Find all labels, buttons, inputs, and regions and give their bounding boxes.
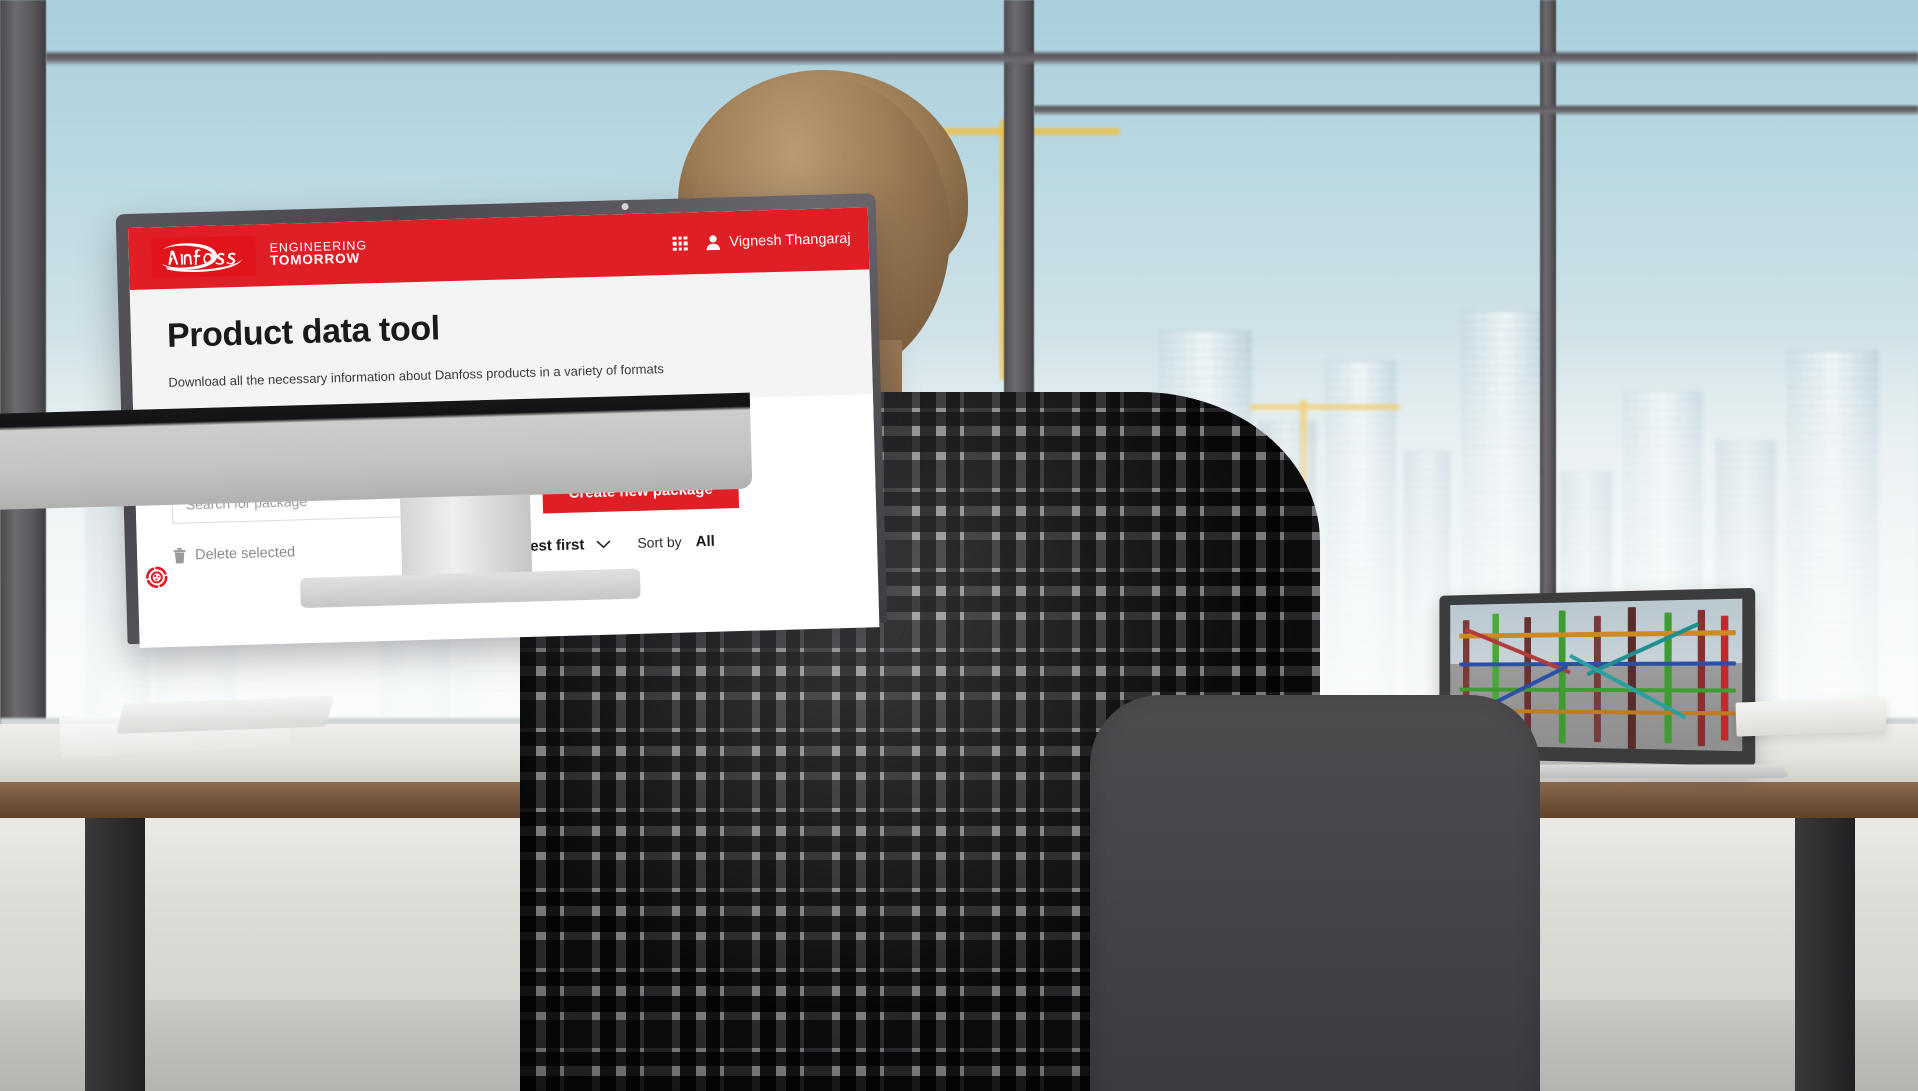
chevron-down-icon[interactable] <box>596 539 611 548</box>
page-hero: Product data tool Download all the neces… <box>129 269 873 415</box>
brand-tagline: ENGINEERING TOMORROW <box>269 238 367 269</box>
filter-by-label: Sort by <box>637 533 682 552</box>
desk-leg <box>1795 818 1855 1091</box>
user-name-label: Vignesh Thangaraj <box>729 230 851 251</box>
desk-notebook <box>1735 697 1887 737</box>
window-mullion <box>0 0 46 760</box>
loading-spinner-icon <box>143 564 170 591</box>
photo-scene: ENGINEERING TOMORROW Vignesh Thangaraj P… <box>0 0 1918 1091</box>
brand-logo[interactable]: ENGINEERING TOMORROW <box>150 231 368 280</box>
person-icon <box>705 234 720 251</box>
danfoss-script-logo <box>162 243 242 272</box>
filter-all-value[interactable]: All <box>695 532 715 550</box>
tagline-line-2: TOMORROW <box>269 251 361 269</box>
trash-icon <box>173 548 186 564</box>
desk-leg <box>85 818 145 1091</box>
danfoss-logo-box <box>150 234 258 280</box>
office-chair <box>1090 695 1540 1091</box>
delete-selected-button[interactable]: Delete selected <box>173 545 295 564</box>
filter-control: Sort by All <box>637 532 715 551</box>
delete-selected-label: Delete selected <box>194 544 296 564</box>
grid-apps-icon[interactable] <box>672 236 688 252</box>
user-menu[interactable]: Vignesh Thangaraj <box>705 231 851 251</box>
page-title: Product data tool <box>166 309 441 355</box>
header-actions: Vignesh Thangaraj <box>672 231 851 252</box>
page-subtitle: Download all the necessary information a… <box>168 360 665 390</box>
